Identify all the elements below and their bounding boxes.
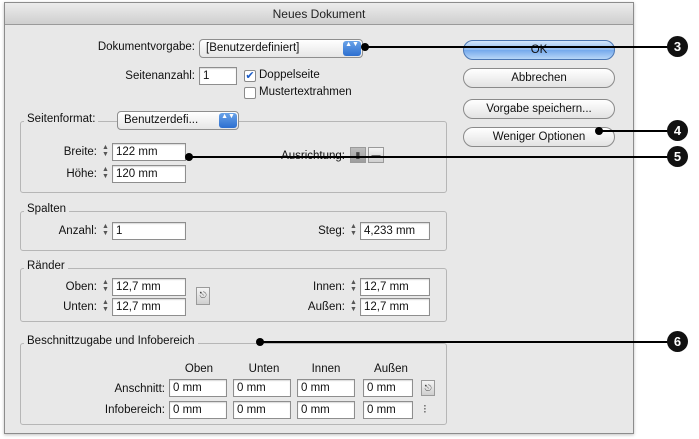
callout-3-line xyxy=(365,46,669,48)
document-preset-label: Dokumentvorgabe: xyxy=(97,41,195,53)
width-label: Breite: xyxy=(63,146,97,158)
slug-bottom-field[interactable]: 0 mm xyxy=(233,401,291,419)
margin-inside-field[interactable]: 12,7 mm xyxy=(360,278,430,296)
columns-title: Spalten xyxy=(24,203,70,215)
bleed-bottom-field[interactable]: 0 mm xyxy=(233,379,291,397)
link-chain-icon[interactable]: ⎋ xyxy=(196,287,210,305)
master-text-frame-checkbox[interactable] xyxy=(244,87,256,99)
callout-6-badge: 6 xyxy=(667,331,688,352)
page-size-popup[interactable]: Benutzerdefi... ▲▼ xyxy=(117,111,239,130)
col-top-header: Oben xyxy=(184,363,214,375)
gutter-field[interactable]: 4,233 mm xyxy=(360,222,430,240)
slug-outside-field[interactable]: 0 mm xyxy=(363,401,413,419)
bleed-outside-field[interactable]: 0 mm xyxy=(363,379,413,397)
height-stepper-icon[interactable]: ▲ ▼ xyxy=(101,166,110,182)
slug-top-field[interactable]: 0 mm xyxy=(169,401,227,419)
slug-label: Infobereich: xyxy=(104,404,165,416)
callout-4-badge: 4 xyxy=(667,120,688,141)
popup-arrows-icon: ▲▼ xyxy=(219,113,237,128)
window-title: Neues Dokument xyxy=(5,3,633,25)
margin-top-stepper-icon[interactable]: ▲ ▼ xyxy=(101,279,110,295)
margin-bottom-stepper-icon[interactable]: ▲ ▼ xyxy=(101,299,110,315)
column-count-stepper-icon[interactable]: ▲ ▼ xyxy=(101,223,110,239)
document-preset-value: [Benutzerdefiniert] xyxy=(206,42,300,54)
col-outside-header: Außen xyxy=(374,363,408,375)
callout-5-badge: 5 xyxy=(667,146,688,167)
col-bottom-header: Unten xyxy=(248,363,280,375)
cancel-button[interactable]: Abbrechen xyxy=(463,68,615,88)
gutter-label: Steg: xyxy=(318,225,345,237)
margin-inside-stepper-icon[interactable]: ▲ ▼ xyxy=(349,279,358,295)
page-size-value: Benutzerdefi... xyxy=(124,114,199,126)
column-count-label: Anzahl: xyxy=(58,225,97,237)
save-preset-button[interactable]: Vorgabe speichern... xyxy=(463,99,615,119)
height-field[interactable]: 120 mm xyxy=(112,165,186,183)
bleed-top-field[interactable]: 0 mm xyxy=(169,379,227,397)
fewer-options-button[interactable]: Weniger Optionen xyxy=(463,127,615,147)
margin-inside-label: Innen: xyxy=(313,281,345,293)
portrait-orientation-icon[interactable]: ▮ xyxy=(350,147,366,163)
callout-3-badge: 3 xyxy=(667,36,688,57)
column-count-field[interactable]: 1 xyxy=(112,222,186,240)
margin-outside-label: Außen: xyxy=(307,301,345,313)
bleed-inside-field[interactable]: 0 mm xyxy=(297,379,355,397)
margin-top-field[interactable]: 12,7 mm xyxy=(112,278,186,296)
page-size-label: Seitenformat: xyxy=(24,113,99,125)
margin-top-label: Oben: xyxy=(65,281,97,293)
landscape-orientation-icon[interactable]: ▬ xyxy=(368,147,384,163)
facing-pages-label: Doppelseite xyxy=(259,69,320,81)
width-field[interactable]: 122 mm xyxy=(112,143,186,161)
height-label: Höhe: xyxy=(66,168,97,180)
master-text-frame-label: Mustertextrahmen xyxy=(259,86,352,98)
callout-5-line xyxy=(189,156,669,158)
width-stepper-icon[interactable]: ▲ ▼ xyxy=(101,144,110,160)
bleed-label: Anschnitt: xyxy=(114,383,166,395)
callout-6-line xyxy=(260,341,669,343)
margins-title: Ränder xyxy=(24,260,68,272)
slug-inside-field[interactable]: 0 mm xyxy=(297,401,355,419)
popup-arrows-icon: ▲▼ xyxy=(343,41,361,56)
bleed-slug-title: Beschnittzugabe und Infobereich xyxy=(24,335,198,347)
page-count-field[interactable]: 1 xyxy=(199,67,237,85)
new-document-dialog: Neues Dokument Dokumentvorgabe: [Benutze… xyxy=(4,2,634,434)
page-count-label: Seitenanzahl: xyxy=(125,70,195,82)
document-preset-popup[interactable]: [Benutzerdefiniert] ▲▼ xyxy=(199,39,363,58)
facing-pages-checkbox[interactable]: ✔ xyxy=(244,70,256,82)
margin-outside-field[interactable]: 12,7 mm xyxy=(360,298,430,316)
gutter-stepper-icon[interactable]: ▲ ▼ xyxy=(349,223,358,239)
margin-bottom-field[interactable]: 12,7 mm xyxy=(112,298,186,316)
callout-4-line xyxy=(599,130,669,132)
link-chain-broken-icon[interactable]: ⁝ xyxy=(423,402,427,416)
margin-outside-stepper-icon[interactable]: ▲ ▼ xyxy=(349,299,358,315)
ok-button[interactable]: OK xyxy=(463,40,615,60)
col-inside-header: Innen xyxy=(311,363,341,375)
link-chain-icon[interactable]: ⎋ xyxy=(421,380,435,396)
margin-bottom-label: Unten: xyxy=(63,301,97,313)
